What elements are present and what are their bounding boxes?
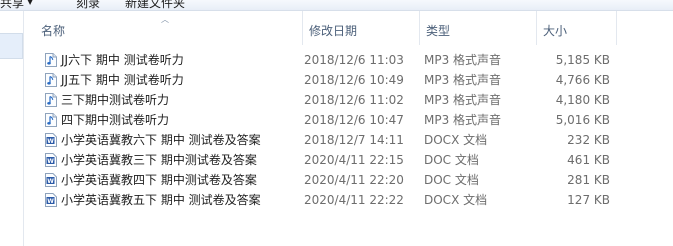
file-size: 232 KB	[567, 133, 610, 147]
file-type: DOC 文档	[424, 173, 479, 187]
file-type: MP3 格式声音	[424, 53, 502, 67]
nav-selected-item[interactable]	[0, 33, 23, 59]
share-button[interactable]: 共享	[0, 0, 24, 10]
file-row[interactable]: W 小学英语冀教四下 期中测试卷及答案 2020/4/11 22:20 DOC 文档 2…	[24, 170, 673, 190]
column-header-date[interactable]: 修改日期	[303, 11, 420, 45]
file-size: 4,766 KB	[555, 73, 610, 87]
file-row[interactable]: 三下期中测试卷听力 2018/12/6 11:02 MP3 格式声音 4,180 KB	[24, 90, 673, 110]
file-modified-date: 2020/4/11 22:20	[304, 173, 404, 187]
audio-file-icon	[45, 93, 57, 107]
file-row[interactable]: W 小学英语冀教五下 期中 测试卷及答案 2020/4/11 22:22 DOCX 文…	[24, 190, 673, 210]
file-size: 461 KB	[567, 153, 610, 167]
word-file-icon: W	[45, 173, 57, 187]
navigation-pane[interactable]	[0, 11, 24, 246]
column-header-type[interactable]: 类型	[420, 11, 537, 45]
file-name: JJ五下 期中 测试卷听力	[61, 73, 184, 87]
file-type: MP3 格式声音	[424, 113, 502, 127]
word-file-icon: W	[45, 133, 57, 147]
word-file-icon: W	[45, 193, 57, 207]
file-name: JJ六下 期中 测试卷听力	[61, 53, 184, 67]
file-modified-date: 2018/12/7 14:11	[304, 133, 404, 147]
file-name: 小学英语冀教五下 期中 测试卷及答案	[61, 193, 261, 207]
file-type: DOC 文档	[424, 153, 479, 167]
file-row[interactable]: W 小学英语冀教六下 期中 测试卷及答案 2018/12/7 14:11 DOCX 文…	[24, 130, 673, 150]
file-type: MP3 格式声音	[424, 93, 502, 107]
file-name: 小学英语冀教四下 期中测试卷及答案	[61, 173, 257, 187]
column-header-size[interactable]: 大小	[537, 11, 617, 45]
file-type: MP3 格式声音	[424, 73, 502, 87]
file-modified-date: 2018/12/6 10:49	[304, 73, 404, 87]
column-header-name[interactable]: 名称	[35, 11, 303, 45]
burn-button[interactable]: 刻录	[76, 0, 100, 10]
file-type: DOCX 文档	[424, 133, 488, 147]
command-bar: 共享 ▼ 刻录 新建文件夹	[0, 0, 673, 11]
file-row[interactable]: 四下期中测试卷听力 2018/12/6 10:47 MP3 格式声音 5,016 KB	[24, 110, 673, 130]
file-row[interactable]: JJ六下 期中 测试卷听力 2018/12/6 11:03 MP3 格式声音 5,18…	[24, 50, 673, 70]
file-name: 四下期中测试卷听力	[61, 113, 170, 127]
file-type: DOCX 文档	[424, 193, 488, 207]
file-size: 281 KB	[567, 173, 610, 187]
column-header-bar: ︿ 名称 修改日期 类型 大小	[24, 11, 673, 45]
file-row[interactable]: W 小学英语冀教三下 期中测试卷及答案 2020/4/11 22:15 DOC 文档 4…	[24, 150, 673, 170]
file-row[interactable]: JJ五下 期中 测试卷听力 2018/12/6 10:49 MP3 格式声音 4,76…	[24, 70, 673, 90]
file-modified-date: 2020/4/11 22:15	[304, 153, 404, 167]
file-name: 小学英语冀教六下 期中 测试卷及答案	[61, 133, 261, 147]
file-size: 127 KB	[567, 193, 610, 207]
svg-text:W: W	[47, 178, 54, 185]
svg-text:W: W	[47, 158, 54, 165]
svg-text:W: W	[47, 138, 54, 145]
share-dropdown-icon[interactable]: ▼	[27, 0, 33, 6]
word-file-icon: W	[45, 153, 57, 167]
file-modified-date: 2020/4/11 22:22	[304, 193, 404, 207]
audio-file-icon	[45, 113, 57, 127]
file-modified-date: 2018/12/6 11:03	[304, 53, 404, 67]
audio-file-icon	[45, 73, 57, 87]
new-folder-button[interactable]: 新建文件夹	[125, 0, 185, 10]
file-modified-date: 2018/12/6 11:02	[304, 93, 404, 107]
file-size: 4,180 KB	[555, 93, 610, 107]
file-name: 三下期中测试卷听力	[61, 93, 170, 107]
file-size: 5,185 KB	[555, 53, 610, 67]
file-size: 5,016 KB	[555, 113, 610, 127]
file-modified-date: 2018/12/6 10:47	[304, 113, 404, 127]
audio-file-icon	[45, 53, 57, 67]
svg-text:W: W	[47, 198, 54, 205]
file-name: 小学英语冀教三下 期中测试卷及答案	[61, 153, 257, 167]
